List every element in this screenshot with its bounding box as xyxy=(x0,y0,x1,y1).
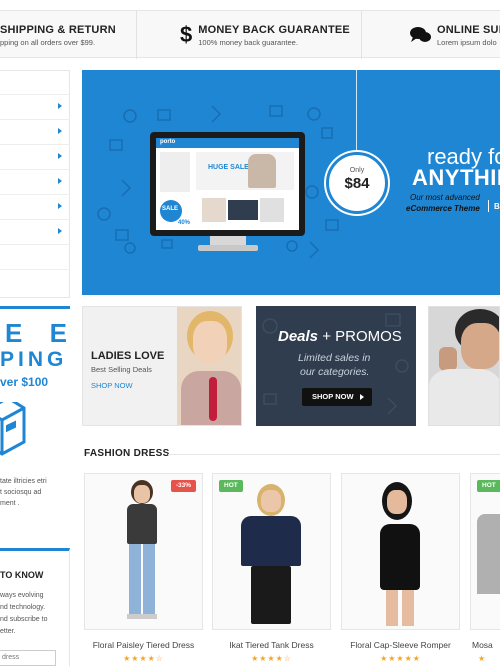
newsletter-title: TO KNOW xyxy=(0,570,44,580)
necklace xyxy=(209,377,217,421)
category-item[interactable] xyxy=(0,144,70,168)
product-card[interactable]: -33% xyxy=(84,473,203,630)
promo-text-line: tate iltricies etri xyxy=(0,478,47,485)
promo-text: tate iltricies etri t sociosqu ad ment . xyxy=(0,476,60,509)
model-shirt xyxy=(429,369,499,425)
product-rating: ★★★★★ xyxy=(380,654,421,663)
divider xyxy=(361,11,362,59)
dollar-icon: $ xyxy=(180,22,193,47)
shipping-info: SHIPPING & RETURN pping on all orders ov… xyxy=(0,11,116,59)
product-rating: ★★★★☆ xyxy=(251,654,292,663)
product-card[interactable]: HOT xyxy=(470,473,500,630)
screen-sale-badge: SALE xyxy=(162,206,179,212)
shipping-subtitle: pping on all orders over $99. xyxy=(0,37,96,47)
category-sidebar xyxy=(0,70,70,298)
tag-string xyxy=(356,70,357,154)
section-divider xyxy=(168,454,500,455)
hero-subtitle: Our most advanced xyxy=(410,193,480,202)
deals-promos-banner[interactable]: Deals + PROMOS Limited sales in our cate… xyxy=(256,306,416,426)
hero-subtitle-more: B xyxy=(494,202,500,211)
newsletter-text-line: ways evolving xyxy=(0,592,44,599)
category-item[interactable] xyxy=(0,244,70,268)
chevron-right-icon xyxy=(58,128,62,134)
product-name[interactable]: Floral Paisley Tiered Dress xyxy=(84,640,203,650)
category-item[interactable] xyxy=(0,219,70,243)
money-back-title: MONEY BACK GUARANTEE xyxy=(198,23,350,36)
monitor-foot xyxy=(198,245,258,251)
hero-headline-bold: ANYTHIN xyxy=(412,165,500,190)
model-face xyxy=(193,321,227,363)
money-back-info: $ MONEY BACK GUARANTEE 100% money back g… xyxy=(180,11,350,59)
monitor-screen: porto HUGE SALE SALE 40% xyxy=(156,138,299,230)
ladies-love-banner[interactable]: LADIES LOVE Best Selling Deals SHOP NOW xyxy=(82,306,242,426)
deals-line-2: our categories. xyxy=(300,366,370,378)
men-banner[interactable] xyxy=(428,306,500,426)
chevron-right-icon xyxy=(58,228,62,234)
hot-badge: HOT xyxy=(477,480,500,492)
ladies-love-subtitle: Best Selling Deals xyxy=(91,365,152,374)
newsletter-text-line: nd subscribe to xyxy=(0,616,48,623)
screen-sale-percent: 40% xyxy=(178,220,191,226)
category-item[interactable] xyxy=(0,194,70,218)
online-support-info: ONLINE SUPP Lorem ipsum dolo xyxy=(410,11,500,59)
price-label: Only xyxy=(349,167,365,174)
chat-icon xyxy=(410,27,431,42)
deals-title: Deals xyxy=(278,328,319,345)
price-value: $84 xyxy=(344,175,370,192)
box-icon xyxy=(0,402,26,456)
deals-shop-now-button[interactable]: SHOP NOW xyxy=(302,388,372,406)
chevron-right-icon xyxy=(58,103,62,109)
product-name[interactable]: Mosa xyxy=(472,640,493,650)
deals-shop-now-label: SHOP NOW xyxy=(312,392,354,401)
divider xyxy=(488,200,489,212)
product-name[interactable]: Ikat Tiered Tank Dress xyxy=(212,640,331,650)
model-hand xyxy=(439,347,457,371)
chevron-right-icon xyxy=(58,203,62,209)
hot-badge: HOT xyxy=(219,480,243,492)
divider xyxy=(136,11,137,59)
hero-subtitle-bold: eCommerce Theme xyxy=(406,204,480,213)
newsletter-text: ways evolving nd technology. nd subscrib… xyxy=(0,590,64,638)
screen-sale-text: HUGE SALE xyxy=(208,164,249,171)
price-tag: Only $84 xyxy=(326,152,388,214)
screen-logo: porto xyxy=(160,139,176,145)
newsletter-text-line: nd technology. xyxy=(0,604,46,611)
category-item[interactable] xyxy=(0,269,70,293)
info-bar: SHIPPING & RETURN pping on all orders ov… xyxy=(0,10,500,59)
category-item[interactable] xyxy=(0,119,70,143)
ladies-love-title: LADIES LOVE xyxy=(91,350,165,362)
support-title: ONLINE SUPP xyxy=(437,23,500,36)
category-item[interactable] xyxy=(0,94,70,118)
money-back-subtitle: 100% money back guarantee. xyxy=(198,37,298,47)
newsletter-email-input[interactable]: dress xyxy=(0,650,56,666)
deals-line-1: Limited sales in xyxy=(298,352,371,364)
model-face xyxy=(461,323,499,369)
product-card[interactable] xyxy=(341,473,460,630)
newsletter-text-line: etter. xyxy=(0,628,16,635)
promo-threshold: ver $100 xyxy=(0,375,49,389)
product-card[interactable]: HOT xyxy=(212,473,331,630)
promo-text-line: t sociosqu ad xyxy=(0,489,42,496)
discount-badge: -33% xyxy=(170,480,196,492)
chevron-right-icon xyxy=(58,178,62,184)
product-name[interactable]: Floral Cap-Sleeve Romper xyxy=(341,640,460,650)
support-subtitle: Lorem ipsum dolo xyxy=(437,37,497,47)
deals-plus-promos: + PROMOS xyxy=(322,328,402,345)
promo-text-line: ment . xyxy=(0,500,20,507)
shipping-title: SHIPPING & RETURN xyxy=(0,23,116,36)
promo-title-line2: PING xyxy=(0,348,68,371)
ladies-shop-now-link[interactable]: SHOP NOW xyxy=(91,381,133,390)
promo-title: E E xyxy=(5,318,77,348)
section-title: FASHION DRESS xyxy=(84,448,170,459)
chevron-right-icon xyxy=(58,153,62,159)
product-rating: ★★★★☆ xyxy=(123,654,164,663)
chevron-right-icon xyxy=(360,394,364,400)
product-rating: ★ xyxy=(478,654,487,663)
category-item[interactable] xyxy=(0,169,70,193)
